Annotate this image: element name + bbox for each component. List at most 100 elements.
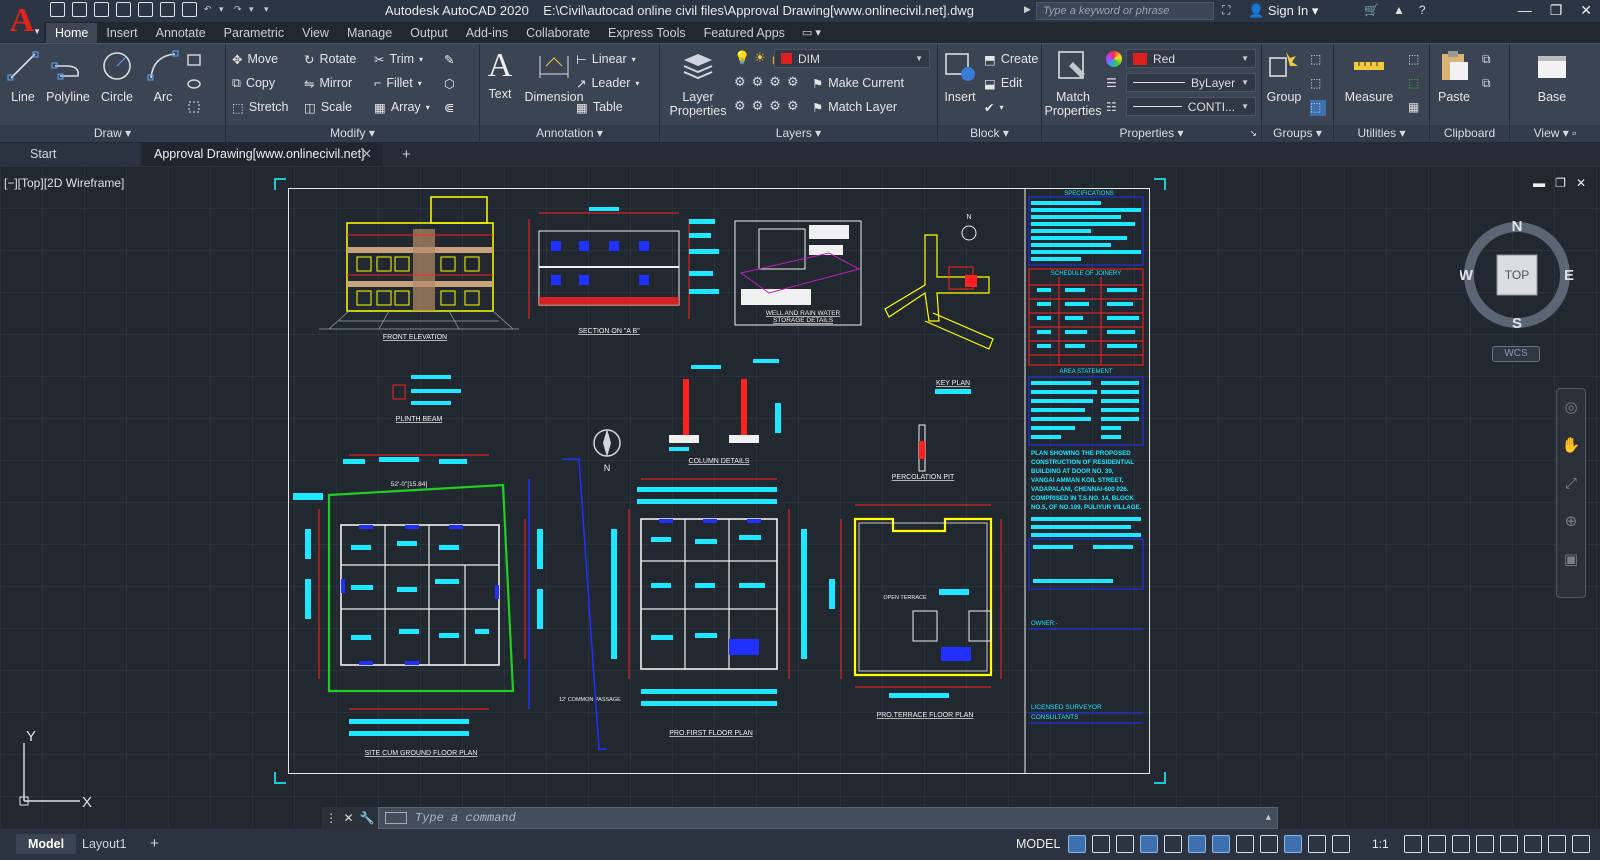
osnap-track-icon[interactable] — [1188, 835, 1206, 853]
save-as-icon[interactable] — [116, 2, 131, 17]
utilities-panel-title[interactable]: Utilities ▾ — [1334, 125, 1429, 142]
polar-icon[interactable] — [1140, 835, 1158, 853]
annomonitor-plus-icon[interactable] — [1428, 835, 1446, 853]
erase-button[interactable]: ✎ — [444, 49, 454, 69]
tab-start[interactable]: Start — [0, 143, 140, 166]
isodraft-icon[interactable] — [1164, 835, 1182, 853]
polyline-button[interactable]: Polyline — [42, 48, 94, 104]
viewport-restore-icon[interactable]: ❐ — [1555, 176, 1566, 190]
ungroup-icon[interactable]: ⬚ — [1310, 52, 1326, 68]
tab-manage[interactable]: Manage — [338, 23, 401, 43]
view-panel-title[interactable]: View ▾ ▫ — [1510, 125, 1600, 142]
command-customize-icon[interactable]: 🔧 — [360, 811, 375, 825]
ribbon-minimize-icon[interactable]: ▭ ▾ — [802, 26, 821, 39]
rectangle-icon[interactable] — [186, 52, 202, 68]
undo-dropdown-icon[interactable]: ▾ — [219, 2, 227, 17]
tab-express-tools[interactable]: Express Tools — [599, 23, 695, 43]
linetype-dropdown[interactable]: CONTI... ▼ — [1126, 97, 1256, 116]
leader-button[interactable]: ↗ Leader ▾ — [576, 73, 639, 93]
pan-icon[interactable]: ✋ — [1557, 427, 1585, 465]
transparency-icon[interactable] — [1260, 835, 1278, 853]
tab-collaborate[interactable]: Collaborate — [517, 23, 599, 43]
color-dropdown[interactable]: Red ▼ — [1126, 49, 1256, 68]
line-button[interactable]: Line — [0, 48, 48, 104]
offset-button[interactable]: ⋐ — [444, 97, 454, 117]
quick-select-icon[interactable]: ⬚ — [1408, 52, 1424, 68]
linear-button[interactable]: ⊢ Linear ▾ — [576, 49, 636, 69]
auto-scale-icon[interactable] — [1332, 835, 1350, 853]
tab-output[interactable]: Output — [401, 23, 457, 43]
tab-annotate[interactable]: Annotate — [147, 23, 215, 43]
copy-button[interactable]: ⧉ Copy — [232, 73, 275, 93]
units-icon[interactable] — [1452, 835, 1470, 853]
base-view-button[interactable]: Base — [1530, 48, 1574, 104]
wcs-menu[interactable]: WCS — [1492, 346, 1540, 362]
compass-south[interactable]: S — [1512, 315, 1522, 332]
grid-icon[interactable] — [1068, 835, 1086, 853]
array-button[interactable]: ▦ Array ▾ — [374, 97, 430, 117]
new-tab-icon[interactable]: + — [402, 146, 411, 163]
stretch-button[interactable]: ⬚ Stretch — [232, 97, 288, 117]
isolate-objects-icon[interactable] — [1500, 835, 1518, 853]
lineweight-icon[interactable]: ☰ — [1106, 76, 1122, 92]
tab-model[interactable]: Model — [16, 834, 77, 854]
snap-icon[interactable] — [1092, 835, 1110, 853]
sign-in-button[interactable]: 👤 Sign In ▾ — [1248, 3, 1318, 19]
customize-qat-icon[interactable]: ▾ — [264, 2, 272, 17]
linetype-icon[interactable]: ☷ — [1106, 100, 1122, 116]
select-all-icon[interactable]: ⬚ — [1408, 76, 1424, 92]
open-folder-icon[interactable] — [72, 2, 87, 17]
text-button[interactable]: A Text — [478, 48, 522, 102]
circle-button[interactable]: Circle — [92, 48, 142, 104]
help-icon[interactable]: ? — [1419, 3, 1426, 17]
copy-clip-icon[interactable]: ⧉ — [1482, 76, 1498, 92]
annotation-scale[interactable]: 1:1 — [1372, 837, 1389, 851]
match-layer-button[interactable]: ⚑ Match Layer — [812, 97, 897, 117]
match-properties-button[interactable]: Match Properties — [1044, 48, 1102, 118]
open-web-icon[interactable] — [138, 2, 153, 17]
tab-home[interactable]: Home — [46, 22, 98, 43]
viewcube[interactable]: TOP N S E W — [1460, 218, 1574, 332]
calculator-icon[interactable]: ▦ — [1408, 100, 1424, 116]
new-file-icon[interactable] — [50, 2, 65, 17]
customization-menu-icon[interactable] — [1572, 835, 1590, 853]
search-input[interactable]: Type a keyword or phrase — [1036, 2, 1214, 20]
model-space-toggle[interactable]: MODEL — [1016, 837, 1060, 851]
close-tab-icon[interactable]: ✕ — [362, 143, 372, 166]
group-selection-icon[interactable]: ⬚ — [1310, 100, 1326, 116]
application-menu-button[interactable]: A ▼ — [0, 0, 44, 42]
redo-dropdown-icon[interactable]: ▾ — [249, 2, 257, 17]
add-layout-icon[interactable]: + — [138, 834, 171, 854]
plot-icon[interactable] — [182, 2, 197, 17]
redo-icon[interactable]: ↷ — [234, 2, 242, 17]
cut-icon[interactable]: ⧉ — [1482, 52, 1498, 68]
layer-tools-row2-icons[interactable]: ⚙⚙⚙⚙ — [734, 98, 805, 114]
layers-panel-title[interactable]: Layers ▾ — [660, 125, 937, 142]
make-current-button[interactable]: ⚑ Make Current — [812, 73, 904, 93]
modify-panel-title[interactable]: Modify ▾ — [226, 125, 479, 142]
save-icon[interactable] — [94, 2, 109, 17]
block-panel-title[interactable]: Block ▾ — [938, 125, 1041, 142]
viewport-controls[interactable]: [−][Top][2D Wireframe] — [4, 176, 124, 190]
hardware-acceleration-icon[interactable] — [1524, 835, 1542, 853]
tab-insert[interactable]: Insert — [97, 23, 146, 43]
create-block-button[interactable]: ⬒ Create — [984, 49, 1038, 69]
layer-dropdown[interactable]: DIM ▼ — [774, 49, 930, 68]
mirror-button[interactable]: ⇋ Mirror — [304, 73, 352, 93]
move-button[interactable]: ✥ Move — [232, 49, 278, 69]
edit-block-button[interactable]: ⬓ Edit — [984, 73, 1022, 93]
tab-layout1[interactable]: Layout1 — [70, 834, 138, 854]
command-input[interactable]: Type a command ▲ — [378, 807, 1278, 829]
search-expand-icon[interactable]: ▶ — [1024, 4, 1031, 15]
showmotion-icon[interactable]: ▣ — [1557, 541, 1585, 579]
clipboard-panel-title[interactable]: Clipboard — [1430, 125, 1509, 142]
compass-east[interactable]: E — [1564, 267, 1574, 284]
lineweight-dropdown[interactable]: ByLayer ▼ — [1126, 73, 1256, 92]
group-button[interactable]: Group — [1262, 48, 1306, 104]
selection-cycling-icon[interactable] — [1284, 835, 1302, 853]
cart-icon[interactable]: 🛒 — [1364, 3, 1379, 17]
command-expand-icon[interactable]: ▲ — [1266, 808, 1271, 828]
color-wheel-icon[interactable] — [1106, 51, 1122, 67]
workspace-gear-icon[interactable] — [1404, 835, 1422, 853]
block-attributes-button[interactable]: ✔ ▾ — [984, 97, 1004, 117]
